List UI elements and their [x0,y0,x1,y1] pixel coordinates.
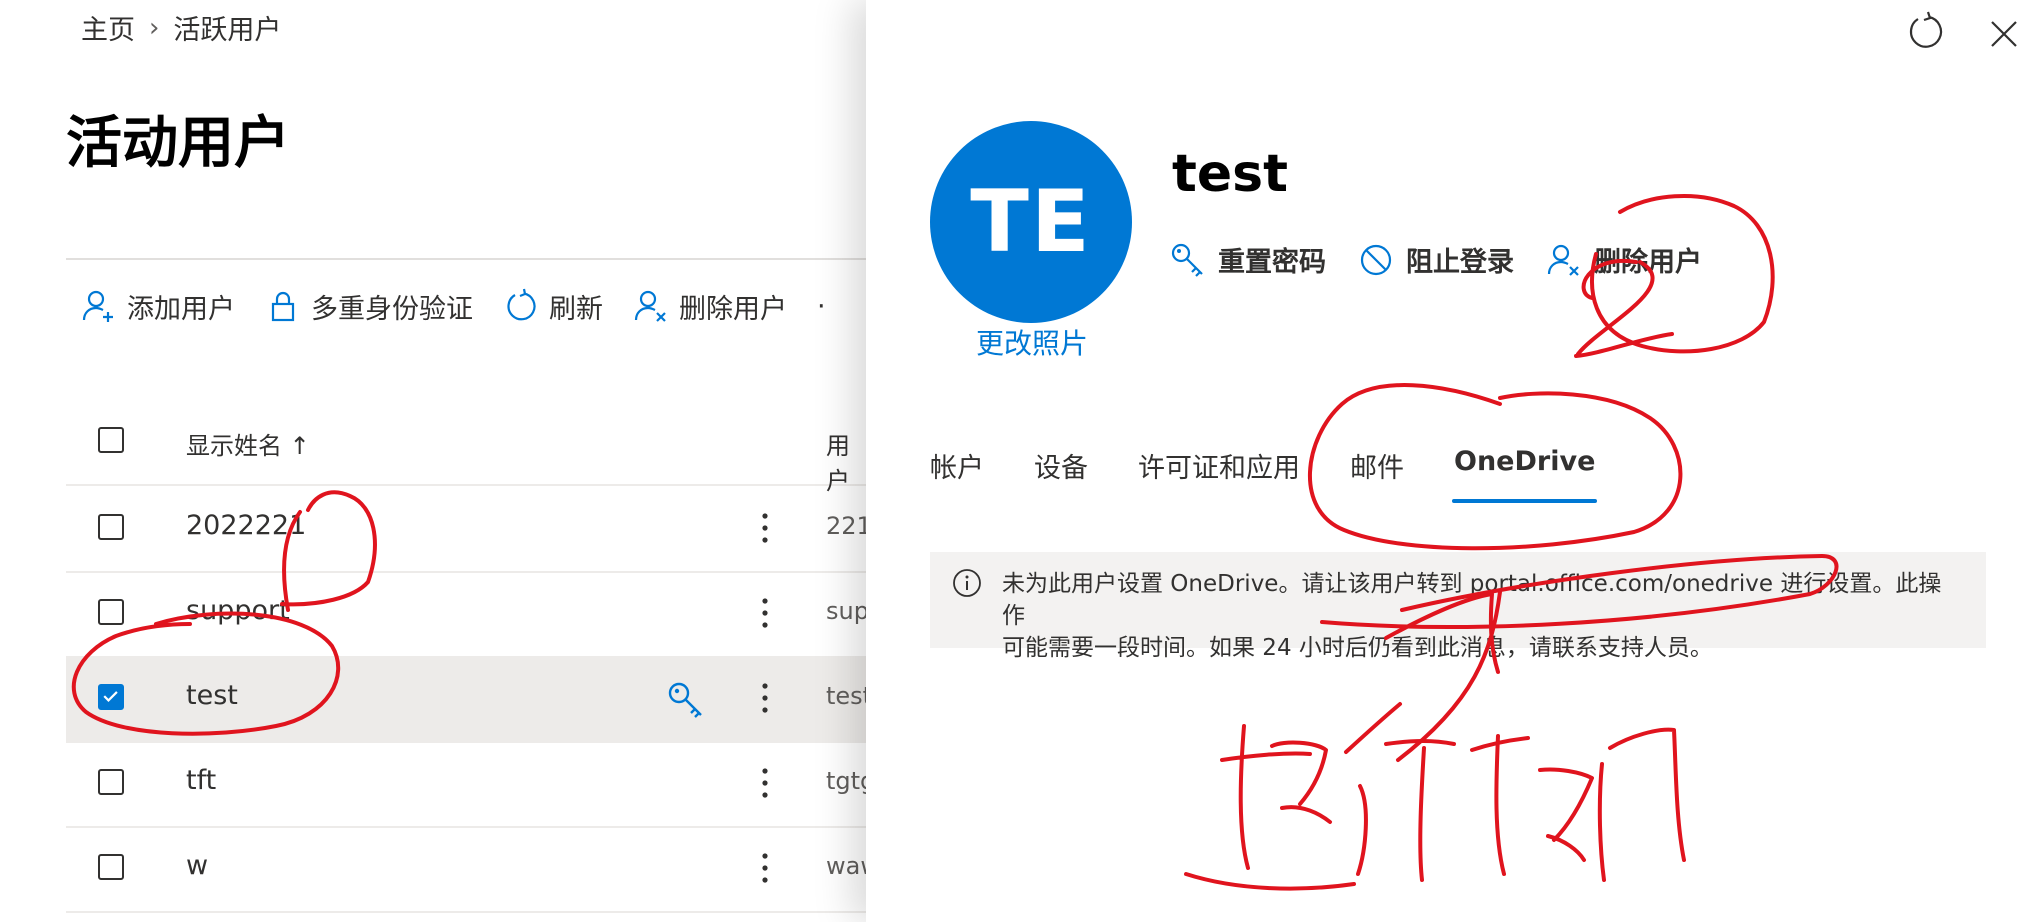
row-name[interactable]: 2022221 [186,510,306,541]
close-icon[interactable] [1984,14,2024,54]
key-icon [1171,243,1203,277]
reset-password-button[interactable]: 重置密码 [1170,240,1326,279]
mfa-label: 多重身份验证 [311,293,473,325]
info-line-1: 未为此用户设置 OneDrive。请让该用户转到 portal.office.c… [1002,571,1942,629]
more-vertical-icon[interactable] [750,591,780,635]
row-name[interactable]: test [186,680,238,711]
row-checkbox-checked[interactable] [98,684,124,710]
tab-list: 帐户 设备 许可证和应用 邮件 OneDrive [930,446,1645,503]
row-name[interactable]: support [186,595,290,626]
page-title: 活动用户 [66,111,290,176]
breadcrumb-home[interactable]: 主页 [81,8,135,47]
avatar: TE [930,121,1132,323]
delete-user-button[interactable]: 删除用户 [633,287,787,326]
row-name[interactable]: tft [186,765,216,796]
row-name[interactable]: w [186,850,208,881]
more-label: · [817,290,826,322]
delete-user-label: 删除用户 [679,293,787,325]
tab-devices[interactable]: 设备 [1034,446,1088,503]
user-name: test [1172,144,1288,204]
tab-onedrive[interactable]: OneDrive [1451,446,1598,503]
breadcrumb-separator: › [149,12,160,43]
tab-account[interactable]: 帐户 [930,446,984,503]
row-checkbox[interactable] [98,854,124,880]
user-actions: 重置密码 阻止登录 删除用户 [1170,240,1702,279]
table-row[interactable]: support sup [66,571,870,658]
info-icon [953,569,981,597]
row-username: sup [826,597,869,625]
refresh-label: 刷新 [549,293,603,325]
add-user-label: 添加用户 [127,293,235,325]
table-row[interactable]: 2022221 221 [66,486,872,573]
user-detail-panel: TE 更改照片 test 重置密码 阻止登录 删除用户 帐户 设备 许可证和应用… [866,0,2024,922]
delete-user-panel-button[interactable]: 删除用户 [1546,240,1702,279]
column-header-display-name[interactable]: 显示姓名 ↑ [186,426,310,461]
mfa-button[interactable]: 多重身份验证 [265,287,473,326]
onedrive-info-message: 未为此用户设置 OneDrive。请让该用户转到 portal.office.c… [930,552,1986,661]
delete-user-icon [634,290,666,322]
more-button[interactable]: · [817,291,826,322]
reset-password-label: 重置密码 [1218,247,1326,278]
row-checkbox[interactable] [98,769,124,795]
table-row-selected[interactable]: test test [66,656,872,743]
refresh-button[interactable]: 刷新 [503,287,603,326]
delete-user-icon [1547,244,1579,276]
block-signin-button[interactable]: 阻止登录 [1358,240,1514,279]
lock-icon [271,291,295,322]
table-row[interactable]: w waw [66,826,880,913]
add-user-button[interactable]: 添加用户 [81,287,235,326]
key-icon[interactable] [666,680,706,720]
active-users-page: 主页 › 活跃用户 活动用户 添加用户 多重身份验证 刷新 删除用户 · 显示姓… [0,0,880,922]
info-line-2: 可能需要一段时间。如果 24 小时后仍看到此消息，请联系支持人员。 [1002,635,1713,661]
more-vertical-icon[interactable] [750,506,780,550]
command-bar: 添加用户 多重身份验证 刷新 删除用户 · [81,284,826,328]
change-photo-link[interactable]: 更改照片 [976,322,1088,362]
delete-user-panel-label: 删除用户 [1594,247,1702,278]
row-checkbox[interactable] [98,514,124,540]
grid-header: 显示姓名 ↑ 用户 [66,414,870,495]
add-user-icon [82,290,113,322]
refresh-icon[interactable] [1902,10,1948,56]
divider [66,258,870,260]
checkmark-icon [103,691,118,702]
more-vertical-icon[interactable] [750,761,780,805]
table-row[interactable]: tft tgtg [66,741,875,828]
block-signin-label: 阻止登录 [1406,247,1514,278]
breadcrumb-current: 活跃用户 [173,15,282,46]
row-checkbox[interactable] [98,599,124,625]
tab-mail[interactable]: 邮件 [1350,446,1404,503]
breadcrumb: 主页 › 活跃用户 [81,8,281,47]
tab-licenses-apps[interactable]: 许可证和应用 [1138,446,1300,503]
select-all-checkbox[interactable] [98,427,124,453]
refresh-icon [507,288,536,321]
more-vertical-icon[interactable] [750,676,780,720]
more-vertical-icon[interactable] [750,846,780,890]
row-username: 221 [826,512,872,540]
block-icon [1360,244,1392,275]
